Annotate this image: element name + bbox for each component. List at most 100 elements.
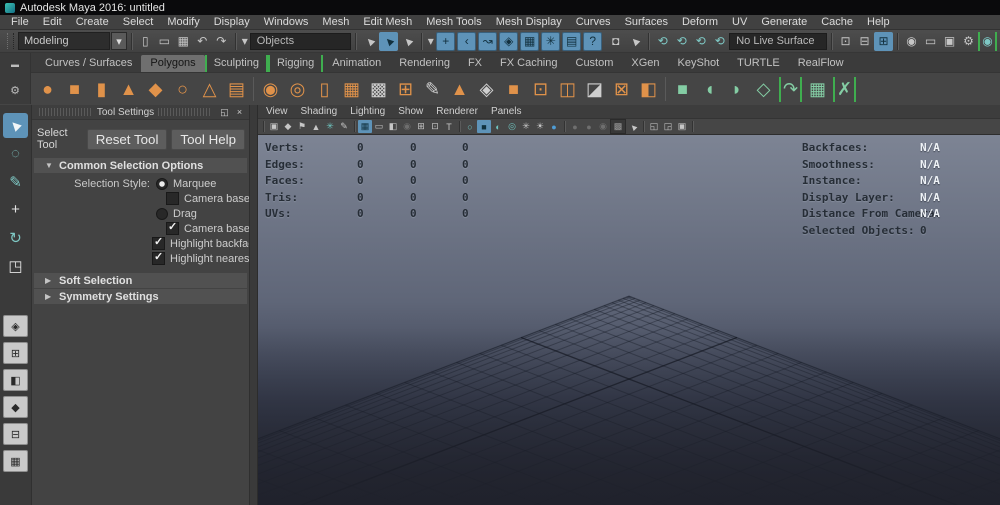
safe-action-icon[interactable]: ⊡ (428, 120, 442, 133)
select-hierarchy-icon[interactable]: ▲ (360, 32, 379, 51)
menu-item[interactable]: Edit Mesh (356, 16, 419, 28)
lock-selection-icon[interactable]: ◘ (606, 32, 625, 51)
construction-history-off-icon[interactable]: ⟲ (672, 32, 691, 51)
viewport-menu-item[interactable]: Show (398, 106, 436, 117)
textured-mode-icon[interactable]: ◐ (491, 120, 505, 133)
menu-item[interactable]: Select (116, 16, 161, 28)
poly-sphere-icon[interactable]: ● (34, 76, 61, 103)
viewport-menu-item[interactable]: Renderer (436, 106, 491, 117)
image-plane-icon[interactable]: ▲ (309, 120, 323, 133)
isolate-select-icon[interactable]: ● (568, 120, 582, 133)
option-box[interactable] (152, 252, 165, 265)
menu-item[interactable]: Display (207, 16, 257, 28)
tool-settings-header[interactable]: Tool Settings ◱ × (32, 105, 249, 120)
panel-resize-handle[interactable] (250, 105, 258, 505)
menu-item[interactable]: Generate (754, 16, 814, 28)
outliner-graph-layout-button[interactable]: ▦ (3, 450, 28, 472)
poly-cube-icon[interactable]: ■ (61, 76, 88, 103)
shelf-tab[interactable]: Animation (323, 55, 390, 72)
render-view-icon[interactable]: ◉ (902, 32, 921, 51)
fold-icon[interactable]: ◪ (581, 76, 608, 103)
grip-handle[interactable] (7, 33, 14, 49)
select-component-icon[interactable]: ▲ (398, 32, 417, 51)
construction-history-on-icon[interactable]: ⟲ (653, 32, 672, 51)
option-box[interactable] (152, 237, 165, 250)
snap-to-projected-center-icon[interactable]: ◈ (499, 32, 518, 51)
option-box[interactable] (156, 178, 168, 190)
reset-tool-button[interactable]: Reset Tool (87, 129, 168, 150)
undo-icon[interactable]: ↶ (193, 32, 212, 51)
menu-item[interactable]: Cache (814, 16, 860, 28)
shelf-tab[interactable]: Polygons (141, 55, 204, 72)
use-default-material-icon[interactable]: ◎ (505, 120, 519, 133)
quad-draw-icon[interactable]: ■ (669, 76, 696, 103)
option-row[interactable]: Highlight backfaces (32, 236, 249, 251)
camera-attributes-icon[interactable]: ◆ (281, 120, 295, 133)
subdiv-smooth-icon[interactable]: ◎ (284, 76, 311, 103)
option-box[interactable] (156, 208, 168, 220)
paint-select-tool-icon[interactable]: ✎ (3, 169, 28, 194)
launch-render-view-icon[interactable]: ◉ (978, 32, 997, 51)
open-channel-box-icon[interactable]: ⊞ (874, 32, 893, 51)
shelf-tab[interactable]: RealFlow (789, 55, 853, 72)
two-d-pan-zoom-icon[interactable]: ✳ (323, 120, 337, 133)
menu-item[interactable]: File (4, 16, 36, 28)
menu-item[interactable]: Curves (569, 16, 618, 28)
option-row[interactable]: Camera based pai (32, 221, 249, 236)
bookmark-icon[interactable]: ⚑ (295, 120, 309, 133)
input-output-connections-icon[interactable]: ▤ (562, 32, 581, 51)
shelf-tab[interactable]: Sculpting (205, 55, 268, 72)
poly-pyramid-icon[interactable]: △ (196, 76, 223, 103)
curve-warp-icon[interactable]: ↷ (779, 77, 802, 102)
plugin-shading-icon[interactable]: ● (582, 120, 596, 133)
menu-item[interactable]: Surfaces (618, 16, 675, 28)
viewport-menu-item[interactable]: View (266, 106, 301, 117)
save-scene-icon[interactable]: ▦ (174, 32, 193, 51)
snap-to-view-planes-icon[interactable]: ▦ (520, 32, 539, 51)
interactive-groom-icon[interactable]: ✗ (833, 77, 856, 102)
open-attribute-editor-icon[interactable]: ⊡ (836, 32, 855, 51)
layered-planes-icon[interactable]: ◈ (473, 76, 500, 103)
snap-group-arrow-icon[interactable]: ▾ (426, 32, 435, 51)
split-edge-icon[interactable]: ▯ (311, 76, 338, 103)
move-tool-icon[interactable]: + (3, 197, 28, 222)
option-row[interactable]: Highlight nearest com (32, 251, 249, 266)
four-pane-layout-button[interactable]: ⊞ (3, 342, 28, 364)
option-box[interactable] (166, 222, 179, 235)
shelf-tab[interactable]: FX (459, 55, 491, 72)
film-gate-icon[interactable]: ▭ (372, 120, 386, 133)
menu-set-dropdown-arrow[interactable]: ▾ (111, 32, 127, 50)
option-row[interactable]: Drag (32, 206, 249, 221)
poly-plane-icon[interactable]: ◆ (142, 76, 169, 103)
xgen-window-icon[interactable]: ▦ (804, 76, 831, 103)
viewport-canvas[interactable]: Verts: 0 0 0 Edges: 0 0 0 Faces: 0 0 0 (258, 135, 1000, 505)
subdiv-grid-icon[interactable]: ⊞ (392, 76, 419, 103)
select-object-icon[interactable]: ▲ (379, 32, 398, 51)
grid-toggle-icon[interactable]: ▦ (358, 120, 372, 133)
option-row[interactable]: Camera based sel (32, 191, 249, 206)
menu-item[interactable]: Mesh Display (489, 16, 569, 28)
menu-item[interactable]: Deform (675, 16, 725, 28)
live-surface-field[interactable]: No Live Surface (729, 33, 827, 50)
viewport-menu-item[interactable]: Panels (491, 106, 535, 117)
construction-history-help-icon[interactable]: ? (583, 32, 602, 51)
grab-brush-icon[interactable]: ◗ (723, 76, 750, 103)
persp-graph-layout-button[interactable]: ⊟ (3, 423, 28, 445)
edge-loop-icon[interactable]: ⊡ (527, 76, 554, 103)
restore-panel-icon[interactable]: ◱ (218, 106, 231, 118)
wireframe-mode-icon[interactable]: ○ (463, 120, 477, 133)
render-settings-icon[interactable]: ⚙ (959, 32, 978, 51)
poly-cone-icon[interactable]: ▲ (115, 76, 142, 103)
panel-grip[interactable] (158, 108, 212, 116)
new-scene-icon[interactable]: ▯ (136, 32, 155, 51)
close-panel-icon[interactable]: × (233, 106, 246, 118)
panel-grip[interactable] (39, 108, 93, 116)
rotate-tool-icon[interactable]: ↻ (3, 225, 28, 250)
delete-edge-icon[interactable]: ⊠ (608, 76, 635, 103)
option-box[interactable] (166, 192, 179, 205)
motion-blur-icon[interactable]: ▩ (610, 119, 626, 134)
field-chart-icon[interactable]: ⊞ (414, 120, 428, 133)
menu-item[interactable]: Help (860, 16, 897, 28)
insert-edge-icon[interactable]: ◫ (554, 76, 581, 103)
extrude-icon[interactable]: ▲ (446, 76, 473, 103)
